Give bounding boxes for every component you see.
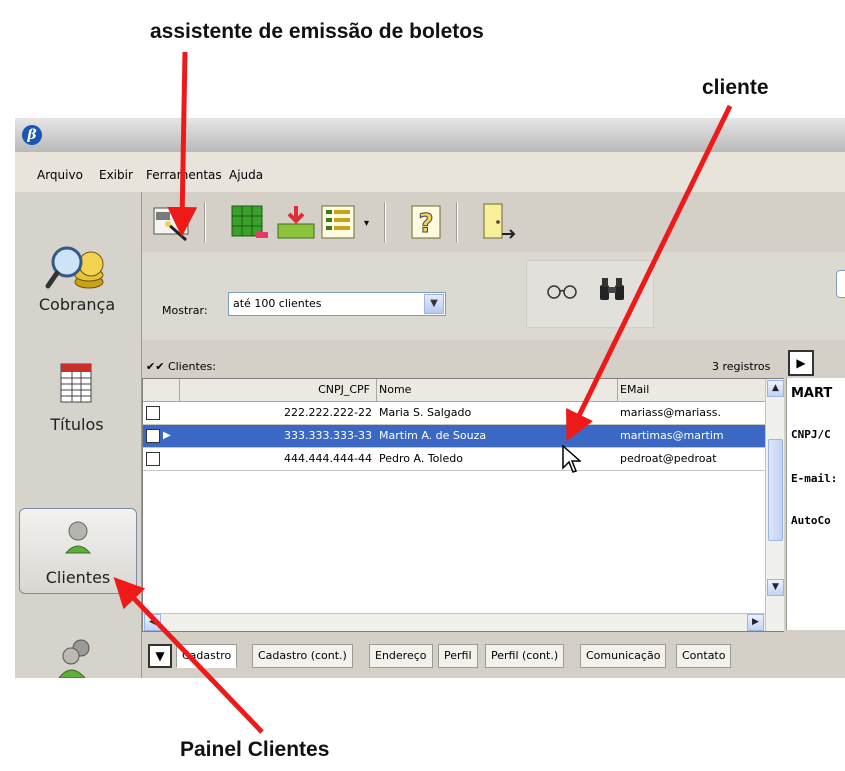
scroll-thumb[interactable] [768,439,783,541]
header-email-label: EMail [620,383,650,396]
boleto-wizard-icon [153,207,189,242]
vertical-scrollbar[interactable]: ▲ ▼ [765,379,784,631]
tab-cadastro-cont[interactable]: Cadastro (cont.) [252,644,353,668]
search-panel [526,260,654,328]
tab-endereco[interactable]: Endereço [369,644,433,668]
panel-side-button[interactable] [836,270,845,298]
mostrar-select-value: até 100 clientes [233,297,322,310]
header-nome[interactable]: Nome [377,379,618,402]
chevron-down-icon[interactable]: ▾ [364,218,369,229]
binoculars-icon[interactable] [597,275,627,303]
exit-door-icon [483,203,516,239]
list-view-button[interactable] [318,200,362,244]
sidebar-item-titulos[interactable]: Títulos [19,356,135,440]
scroll-down-icon[interactable]: ▼ [767,579,784,596]
mouse-cursor-icon [562,444,581,473]
cell-cnpj: 444.444.444-44 [284,452,372,465]
sidebar: Cobrança Títulos Clientes [15,192,142,678]
help-button[interactable]: ? [404,200,448,244]
row-checkbox[interactable] [146,406,160,420]
annotation-top-label: assistente de emissão de boletos [150,20,484,43]
detail-client-name: MART [791,386,833,401]
collapse-tabs-icon[interactable]: ▼ [148,644,172,668]
tab-contato[interactable]: Contato [676,644,732,668]
header-cnpj-label: CNPJ_CPF [318,383,370,396]
menu-bar: Arquivo Exibir Ferramentas Ajuda [15,152,845,192]
sidebar-item-label: Clientes [45,568,111,587]
sidebar-item-cobranca[interactable]: Cobrança [19,236,135,320]
mostrar-select[interactable]: até 100 clientes ▼ [228,292,446,316]
table-row[interactable]: 444.444.444-44 Pedro A. Toledo pedroat@p… [143,448,765,471]
detail-cnpj-label: CNPJ/C [791,428,831,441]
details-panel: MART CNPJ/C E-mail: AutoCo [786,378,845,630]
header-indicator [143,379,180,402]
header-nome-label: Nome [379,383,412,396]
download-tray-button[interactable] [274,200,318,244]
chevron-down-icon[interactable]: ▼ [424,294,444,314]
row-checkbox[interactable] [146,452,160,466]
list-view-icon [321,205,355,239]
detail-tabs: ▼ Cadastro Cadastro (cont.) Endereço Per… [142,638,845,672]
filter-area: Mostrar: até 100 clientes ▼ [142,252,845,340]
person-icon [64,521,92,554]
title-bar: β [15,118,845,152]
export-grid-icon [231,205,268,238]
scroll-right-icon[interactable]: ▶ [747,614,764,631]
sidebar-item-clientes[interactable]: Clientes [19,508,137,594]
annotation-bottom-label: Painel Clientes [180,738,330,761]
sidebar-item-label: Títulos [50,415,104,434]
row-pointer-icon: ▶ [163,430,171,441]
tab-cadastro[interactable]: Cadastro [176,644,238,668]
svg-text:?: ? [418,209,433,239]
toolbar-separator [456,202,458,242]
app-window: β Arquivo Exibir Ferramentas Ajuda Cobra… [15,118,845,678]
help-icon: ? [411,205,441,240]
boleto-wizard-button[interactable] [150,200,194,244]
play-icon[interactable]: ▶ [788,350,814,376]
cell-email: mariass@mariass. [620,406,721,419]
people-icon [58,639,90,678]
tab-perfil[interactable]: Perfil [438,644,478,668]
detail-email-label: E-mail: [791,472,838,485]
sidebar-item-label: Cobrança [38,295,116,314]
cell-cnpj: 222.222.222-22 [284,406,372,419]
spreadsheet-icon [60,363,92,403]
menu-exibir[interactable]: Exibir [99,168,133,182]
sidebar-item-extra[interactable] [19,628,135,678]
detail-autoco-label: AutoCo [791,514,831,527]
row-checkbox[interactable] [146,429,160,443]
clientes-list-title: ✔✔ Clientes: [146,360,216,373]
header-email[interactable]: EMail [618,379,766,402]
annotation-client-label: cliente [702,76,769,99]
table-row-selected[interactable]: ▶ 333.333.333-33 Martim A. de Souza mart… [143,425,765,448]
menu-arquivo[interactable]: Arquivo [37,168,83,182]
scroll-left-icon[interactable]: ◀ [144,614,161,631]
header-cnpj[interactable]: CNPJ_CPF [180,379,377,402]
record-count: 3 registros [712,360,771,373]
download-tray-icon [277,206,315,239]
menu-ajuda[interactable]: Ajuda [229,168,263,182]
horizontal-scrollbar[interactable]: ◀ ▶ [143,613,765,631]
glasses-icon[interactable] [545,281,579,301]
clients-grid: CNPJ_CPF Nome EMail 222.222.222-22 Maria… [142,378,784,632]
menu-ferramentas[interactable]: Ferramentas [146,168,222,182]
exit-button[interactable] [474,200,518,244]
cell-cnpj: 333.333.333-33 [284,429,372,442]
tab-perfil-cont[interactable]: Perfil (cont.) [485,644,565,668]
cell-nome: Maria S. Salgado [379,406,472,419]
cell-email: martimas@martim [620,429,724,442]
main-panel: ▾ ? Mostrar: até 100 clientes ▼ ✔✔ Clien… [142,192,845,678]
toolbar-separator [204,202,206,242]
toolbar: ▾ ? [142,192,845,253]
tab-comunicacao[interactable]: Comunicação [580,644,667,668]
toolbar-separator [384,202,386,242]
export-grid-button[interactable] [228,200,272,244]
table-row[interactable]: 222.222.222-22 Maria S. Salgado mariass@… [143,402,765,425]
clientes-list-title-text: Clientes: [167,360,216,373]
scroll-up-icon[interactable]: ▲ [767,380,784,397]
app-logo-icon: β [22,125,42,145]
mostrar-label: Mostrar: [162,304,208,317]
cell-email: pedroat@pedroat [620,452,717,465]
magnifier-coins-icon [45,246,104,289]
